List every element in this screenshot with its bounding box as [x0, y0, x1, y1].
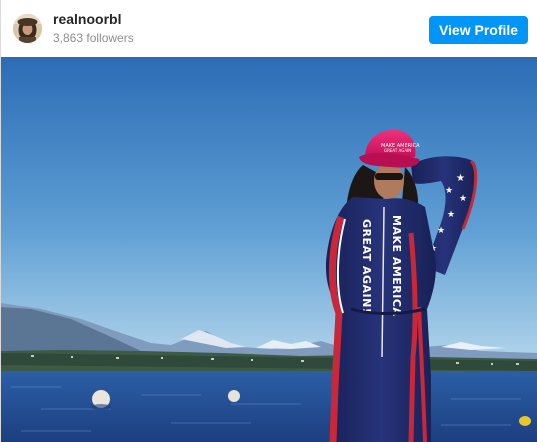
svg-text:GREAT AGAIN!: GREAT AGAIN! — [360, 219, 373, 313]
post-photo-image: ★ ★ ★ ★ ★ ★ ★ MAKE AMERICA GREAT AGAIN — [1, 57, 537, 442]
svg-text:★: ★ — [459, 194, 467, 204]
post-photo[interactable]: ★ ★ ★ ★ ★ ★ ★ MAKE AMERICA GREAT AGAIN — [1, 57, 537, 442]
svg-text:GREAT AGAIN: GREAT AGAIN — [384, 148, 411, 153]
svg-text:★: ★ — [437, 226, 445, 236]
instagram-embed-card: realnoorbl 3,863 followers View Profile — [0, 0, 537, 442]
avatar-image — [13, 14, 42, 43]
follower-count: 3,863 followers — [53, 31, 134, 45]
post-header: realnoorbl 3,863 followers View Profile — [1, 0, 537, 57]
avatar[interactable] — [13, 14, 42, 43]
svg-text:★: ★ — [445, 186, 453, 196]
username[interactable]: realnoorbl — [53, 11, 134, 28]
svg-text:MAKE AMERICA: MAKE AMERICA — [390, 215, 403, 316]
account-meta: realnoorbl 3,863 followers — [53, 11, 134, 46]
svg-text:★: ★ — [447, 210, 455, 220]
view-profile-button[interactable]: View Profile — [429, 16, 528, 44]
svg-text:★: ★ — [456, 173, 465, 184]
